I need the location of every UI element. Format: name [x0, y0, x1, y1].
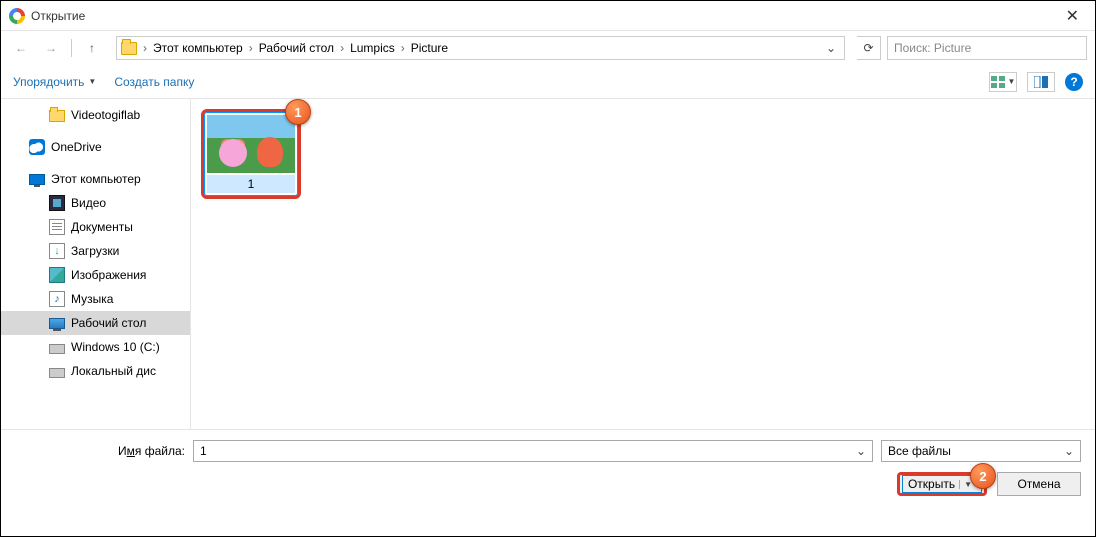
onedrive-icon [29, 139, 45, 155]
pc-icon [29, 174, 45, 185]
preview-pane-button[interactable] [1027, 72, 1055, 92]
dialog-footer: Имя файла: 1 ⌄ Все файлы ⌄ Открыть ▼ 2 О… [1, 429, 1095, 510]
file-open-dialog: Открытие ✕ ← → ↑ › Этот компьютер › Рабо… [0, 0, 1096, 537]
image-icon [49, 267, 65, 283]
breadcrumb-item[interactable]: Рабочий стол [255, 41, 338, 55]
organize-menu[interactable]: Упорядочить ▼ [13, 75, 96, 89]
chevron-right-icon: › [249, 41, 253, 55]
desktop-icon [49, 318, 65, 329]
filename-dropdown[interactable]: ⌄ [856, 444, 866, 458]
sidebar-item-documents[interactable]: Документы [1, 215, 190, 239]
file-list[interactable]: 1 1 [191, 99, 1095, 429]
separator [71, 39, 72, 57]
breadcrumb-dropdown[interactable]: ⌄ [822, 41, 840, 55]
breadcrumb-item[interactable]: Этот компьютер [149, 41, 247, 55]
open-button[interactable]: Открыть ▼ 2 [897, 472, 987, 496]
drive-icon [49, 368, 65, 378]
toolbar: Упорядочить ▼ Создать папку ▼ ? [1, 65, 1095, 99]
annotation-callout-1: 1 [285, 99, 311, 125]
view-mode-button[interactable]: ▼ [989, 72, 1017, 92]
dialog-title: Открытие [31, 9, 85, 23]
help-button[interactable]: ? [1065, 73, 1083, 91]
folder-icon [49, 110, 65, 122]
sidebar-item-music[interactable]: ♪Музыка [1, 287, 190, 311]
sidebar-item-videos[interactable]: Видео [1, 191, 190, 215]
filename-value: 1 [200, 444, 207, 458]
chevron-down-icon: ▼ [1008, 77, 1016, 86]
video-icon [49, 195, 65, 211]
music-icon: ♪ [49, 291, 65, 307]
up-button[interactable]: ↑ [80, 36, 104, 60]
navbar: ← → ↑ › Этот компьютер › Рабочий стол › … [1, 31, 1095, 65]
preview-icon [1034, 76, 1048, 88]
close-button[interactable]: ✕ [1058, 6, 1087, 26]
filename-label: Имя файла: [15, 444, 185, 458]
file-thumbnail-frame: 1 [201, 109, 301, 199]
sidebar-item-drive-c[interactable]: Windows 10 (C:) [1, 335, 190, 359]
breadcrumb-item[interactable]: Picture [407, 41, 452, 55]
back-button[interactable]: ← [9, 36, 33, 60]
file-thumbnail [207, 115, 295, 173]
document-icon [49, 219, 65, 235]
download-icon: ↓ [49, 243, 65, 259]
drive-icon [49, 344, 65, 354]
thumbnails-icon [991, 76, 1005, 88]
sidebar-item-this-pc[interactable]: Этот компьютер [1, 167, 190, 191]
sidebar-item-downloads[interactable]: ↓Загрузки [1, 239, 190, 263]
chevron-right-icon: › [401, 41, 405, 55]
search-input[interactable]: Поиск: Picture [887, 36, 1087, 60]
file-item[interactable]: 1 1 [201, 109, 301, 199]
chevron-right-icon: › [143, 41, 147, 55]
filename-input[interactable]: 1 ⌄ [193, 440, 873, 462]
sidebar-item-desktop[interactable]: Рабочий стол [1, 311, 190, 335]
sidebar-item-videotogiflab[interactable]: Videotogiflab [1, 103, 190, 127]
sidebar-item-onedrive[interactable]: OneDrive [1, 135, 190, 159]
chevron-right-icon: › [340, 41, 344, 55]
search-placeholder: Поиск: Picture [894, 41, 971, 55]
file-type-filter[interactable]: Все файлы ⌄ [881, 440, 1081, 462]
chevron-down-icon: ⌄ [1064, 444, 1074, 458]
cancel-button[interactable]: Отмена [997, 472, 1081, 496]
breadcrumb[interactable]: › Этот компьютер › Рабочий стол › Lumpic… [116, 36, 845, 60]
refresh-button[interactable]: ⟳ [857, 36, 881, 60]
folder-icon [121, 42, 137, 55]
new-folder-button[interactable]: Создать папку [114, 75, 194, 89]
sidebar-item-local-disk[interactable]: Локальный дис [1, 359, 190, 383]
sidebar-item-pictures[interactable]: Изображения [1, 263, 190, 287]
chrome-icon [9, 8, 25, 24]
annotation-callout-2: 2 [970, 463, 996, 489]
file-name: 1 [207, 175, 295, 193]
breadcrumb-item[interactable]: Lumpics [346, 41, 399, 55]
titlebar: Открытие ✕ [1, 1, 1095, 31]
dialog-body: Videotogiflab OneDrive Этот компьютер Ви… [1, 99, 1095, 429]
forward-button[interactable]: → [39, 36, 63, 60]
chevron-down-icon: ▼ [88, 77, 96, 86]
sidebar: Videotogiflab OneDrive Этот компьютер Ви… [1, 99, 191, 429]
